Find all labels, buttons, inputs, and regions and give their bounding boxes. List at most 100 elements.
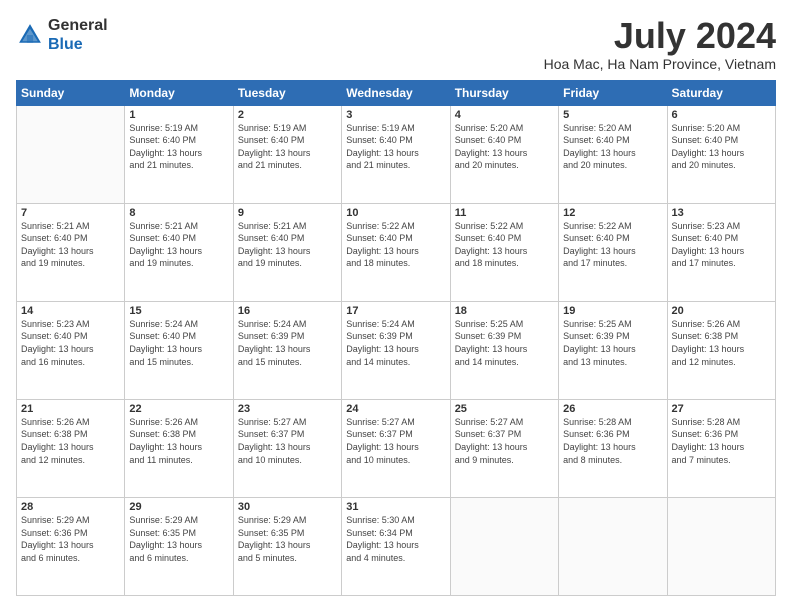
logo-icon bbox=[16, 21, 44, 49]
day-number: 20 bbox=[672, 305, 771, 317]
header: General Blue July 2024 Hoa Mac, Ha Nam P… bbox=[16, 16, 776, 72]
day-detail: Sunrise: 5:29 AM Sunset: 6:35 PM Dayligh… bbox=[129, 514, 228, 564]
day-detail: Sunrise: 5:26 AM Sunset: 6:38 PM Dayligh… bbox=[672, 318, 771, 368]
weekday-header: Thursday bbox=[450, 80, 558, 105]
day-number: 19 bbox=[563, 305, 662, 317]
day-number: 8 bbox=[129, 207, 228, 219]
calendar-week-row: 21Sunrise: 5:26 AM Sunset: 6:38 PM Dayli… bbox=[17, 399, 776, 497]
calendar-cell: 12Sunrise: 5:22 AM Sunset: 6:40 PM Dayli… bbox=[559, 203, 667, 301]
calendar-cell: 30Sunrise: 5:29 AM Sunset: 6:35 PM Dayli… bbox=[233, 497, 341, 595]
day-detail: Sunrise: 5:19 AM Sunset: 6:40 PM Dayligh… bbox=[346, 122, 445, 172]
calendar-cell bbox=[450, 497, 558, 595]
day-number: 3 bbox=[346, 109, 445, 121]
day-number: 23 bbox=[238, 403, 337, 415]
calendar-week-row: 28Sunrise: 5:29 AM Sunset: 6:36 PM Dayli… bbox=[17, 497, 776, 595]
day-detail: Sunrise: 5:23 AM Sunset: 6:40 PM Dayligh… bbox=[672, 220, 771, 270]
calendar-cell bbox=[667, 497, 775, 595]
calendar-table: SundayMondayTuesdayWednesdayThursdayFrid… bbox=[16, 80, 776, 596]
calendar-cell bbox=[17, 105, 125, 203]
calendar-cell: 11Sunrise: 5:22 AM Sunset: 6:40 PM Dayli… bbox=[450, 203, 558, 301]
calendar-cell: 6Sunrise: 5:20 AM Sunset: 6:40 PM Daylig… bbox=[667, 105, 775, 203]
title-block: July 2024 Hoa Mac, Ha Nam Province, Viet… bbox=[544, 16, 776, 72]
weekday-header: Friday bbox=[559, 80, 667, 105]
calendar-cell: 16Sunrise: 5:24 AM Sunset: 6:39 PM Dayli… bbox=[233, 301, 341, 399]
day-number: 1 bbox=[129, 109, 228, 121]
calendar-week-row: 1Sunrise: 5:19 AM Sunset: 6:40 PM Daylig… bbox=[17, 105, 776, 203]
day-detail: Sunrise: 5:25 AM Sunset: 6:39 PM Dayligh… bbox=[563, 318, 662, 368]
calendar-week-row: 14Sunrise: 5:23 AM Sunset: 6:40 PM Dayli… bbox=[17, 301, 776, 399]
day-detail: Sunrise: 5:29 AM Sunset: 6:35 PM Dayligh… bbox=[238, 514, 337, 564]
calendar-cell: 18Sunrise: 5:25 AM Sunset: 6:39 PM Dayli… bbox=[450, 301, 558, 399]
calendar-cell: 20Sunrise: 5:26 AM Sunset: 6:38 PM Dayli… bbox=[667, 301, 775, 399]
day-number: 15 bbox=[129, 305, 228, 317]
calendar-cell: 31Sunrise: 5:30 AM Sunset: 6:34 PM Dayli… bbox=[342, 497, 450, 595]
day-number: 18 bbox=[455, 305, 554, 317]
calendar-cell: 14Sunrise: 5:23 AM Sunset: 6:40 PM Dayli… bbox=[17, 301, 125, 399]
page: General Blue July 2024 Hoa Mac, Ha Nam P… bbox=[0, 0, 792, 612]
calendar-cell: 9Sunrise: 5:21 AM Sunset: 6:40 PM Daylig… bbox=[233, 203, 341, 301]
day-detail: Sunrise: 5:27 AM Sunset: 6:37 PM Dayligh… bbox=[455, 416, 554, 466]
calendar-week-row: 7 Sunrise: 5:21 AM Sunset: 6:40 PM Daylig… bbox=[17, 203, 776, 301]
day-number: 11 bbox=[455, 207, 554, 219]
day-detail: Sunrise: 5:20 AM Sunset: 6:40 PM Dayligh… bbox=[563, 122, 662, 172]
day-detail: Sunrise: 5:27 AM Sunset: 6:37 PM Dayligh… bbox=[346, 416, 445, 466]
calendar-cell: 28Sunrise: 5:29 AM Sunset: 6:36 PM Dayli… bbox=[17, 497, 125, 595]
day-number: 12 bbox=[563, 207, 662, 219]
calendar-cell: 25Sunrise: 5:27 AM Sunset: 6:37 PM Dayli… bbox=[450, 399, 558, 497]
calendar-cell: 21Sunrise: 5:26 AM Sunset: 6:38 PM Dayli… bbox=[17, 399, 125, 497]
calendar-cell: 4Sunrise: 5:20 AM Sunset: 6:40 PM Daylig… bbox=[450, 105, 558, 203]
location: Hoa Mac, Ha Nam Province, Vietnam bbox=[544, 56, 776, 72]
day-detail: Sunrise: 5:22 AM Sunset: 6:40 PM Dayligh… bbox=[563, 220, 662, 270]
calendar-cell: 13Sunrise: 5:23 AM Sunset: 6:40 PM Dayli… bbox=[667, 203, 775, 301]
calendar-cell: 3Sunrise: 5:19 AM Sunset: 6:40 PM Daylig… bbox=[342, 105, 450, 203]
day-number: 5 bbox=[563, 109, 662, 121]
day-number: 22 bbox=[129, 403, 228, 415]
day-detail: Sunrise: 5:26 AM Sunset: 6:38 PM Dayligh… bbox=[129, 416, 228, 466]
day-detail: Sunrise: 5:25 AM Sunset: 6:39 PM Dayligh… bbox=[455, 318, 554, 368]
day-detail: Sunrise: 5:23 AM Sunset: 6:40 PM Dayligh… bbox=[21, 318, 120, 368]
day-detail: Sunrise: 5:19 AM Sunset: 6:40 PM Dayligh… bbox=[238, 122, 337, 172]
calendar-cell: 19Sunrise: 5:25 AM Sunset: 6:39 PM Dayli… bbox=[559, 301, 667, 399]
calendar-cell: 22Sunrise: 5:26 AM Sunset: 6:38 PM Dayli… bbox=[125, 399, 233, 497]
calendar-cell: 10Sunrise: 5:22 AM Sunset: 6:40 PM Dayli… bbox=[342, 203, 450, 301]
calendar-cell: 26Sunrise: 5:28 AM Sunset: 6:36 PM Dayli… bbox=[559, 399, 667, 497]
day-detail: Sunrise: 5:24 AM Sunset: 6:39 PM Dayligh… bbox=[238, 318, 337, 368]
day-detail: Sunrise: 5:30 AM Sunset: 6:34 PM Dayligh… bbox=[346, 514, 445, 564]
day-detail: Sunrise: 5:21 AM Sunset: 6:40 PM Dayligh… bbox=[129, 220, 228, 270]
day-detail: Sunrise: 5:24 AM Sunset: 6:39 PM Dayligh… bbox=[346, 318, 445, 368]
day-number: 17 bbox=[346, 305, 445, 317]
weekday-header: Monday bbox=[125, 80, 233, 105]
day-number: 16 bbox=[238, 305, 337, 317]
day-detail: Sunrise: 5:26 AM Sunset: 6:38 PM Dayligh… bbox=[21, 416, 120, 466]
day-number: 29 bbox=[129, 501, 228, 513]
day-detail: Sunrise: 5:27 AM Sunset: 6:37 PM Dayligh… bbox=[238, 416, 337, 466]
day-detail: Sunrise: 5:21 AM Sunset: 6:40 PM Dayligh… bbox=[238, 220, 337, 270]
day-number: 26 bbox=[563, 403, 662, 415]
calendar-cell: 5Sunrise: 5:20 AM Sunset: 6:40 PM Daylig… bbox=[559, 105, 667, 203]
logo-blue: Blue bbox=[48, 36, 83, 53]
calendar-cell: 27Sunrise: 5:28 AM Sunset: 6:36 PM Dayli… bbox=[667, 399, 775, 497]
day-number: 27 bbox=[672, 403, 771, 415]
day-number: 31 bbox=[346, 501, 445, 513]
day-detail: Sunrise: 5:19 AM Sunset: 6:40 PM Dayligh… bbox=[129, 122, 228, 172]
calendar-cell: 15Sunrise: 5:24 AM Sunset: 6:40 PM Dayli… bbox=[125, 301, 233, 399]
day-number: 9 bbox=[238, 207, 337, 219]
day-number: 2 bbox=[238, 109, 337, 121]
month-year: July 2024 bbox=[544, 16, 776, 56]
weekday-header: Sunday bbox=[17, 80, 125, 105]
day-detail: Sunrise: 5:20 AM Sunset: 6:40 PM Dayligh… bbox=[672, 122, 771, 172]
day-number: 25 bbox=[455, 403, 554, 415]
calendar-cell: 29Sunrise: 5:29 AM Sunset: 6:35 PM Dayli… bbox=[125, 497, 233, 595]
day-number: 6 bbox=[672, 109, 771, 121]
weekday-header-row: SundayMondayTuesdayWednesdayThursdayFrid… bbox=[17, 80, 776, 105]
calendar-cell: 23Sunrise: 5:27 AM Sunset: 6:37 PM Dayli… bbox=[233, 399, 341, 497]
day-detail: Sunrise: 5:29 AM Sunset: 6:36 PM Dayligh… bbox=[21, 514, 120, 564]
day-number: 13 bbox=[672, 207, 771, 219]
weekday-header: Saturday bbox=[667, 80, 775, 105]
day-detail: Sunrise: 5:22 AM Sunset: 6:40 PM Dayligh… bbox=[346, 220, 445, 270]
day-number: 7 bbox=[21, 207, 120, 219]
calendar-cell: 8Sunrise: 5:21 AM Sunset: 6:40 PM Daylig… bbox=[125, 203, 233, 301]
weekday-header: Wednesday bbox=[342, 80, 450, 105]
day-detail: Sunrise: 5:28 AM Sunset: 6:36 PM Dayligh… bbox=[563, 416, 662, 466]
day-detail: Sunrise: 5:22 AM Sunset: 6:40 PM Dayligh… bbox=[455, 220, 554, 270]
